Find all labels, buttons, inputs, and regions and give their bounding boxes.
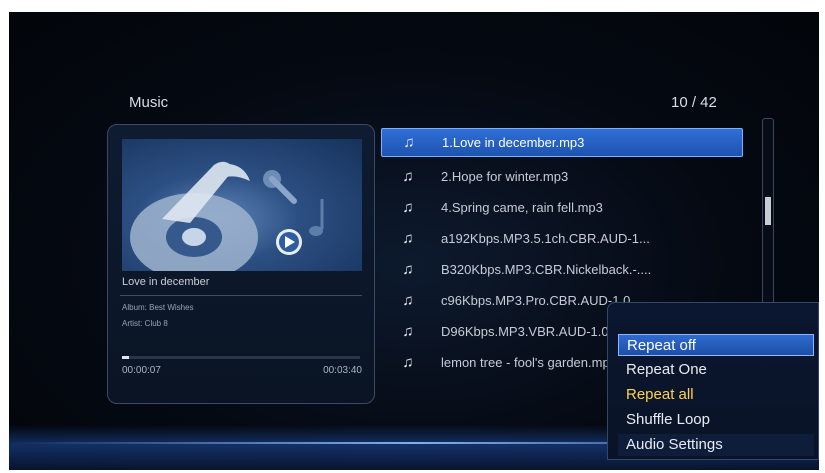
music-note-icon: ♫ — [402, 199, 414, 216]
album-label: Album: Best Wishes — [122, 303, 194, 312]
playlist-item-label: c96Kbps.MP3.Pro.CBR.AUD-1.0 — [441, 293, 631, 308]
menu-item-shuffle-loop[interactable]: Shuffle Loop — [618, 409, 814, 431]
playlist-item-label: 2.Hope for winter.mp3 — [441, 169, 569, 184]
playlist-item-label: B320Kbps.MP3.CBR.Nickelback.-.... — [441, 262, 652, 277]
playlist-item[interactable]: ♫ 1.Love in december.mp3 — [381, 128, 743, 157]
menu-item-audio-settings[interactable]: Audio Settings — [618, 434, 814, 456]
music-note-icon: ♫ — [402, 354, 414, 371]
now-playing-panel: Love in december Album: Best Wishes Arti… — [107, 124, 375, 404]
menu-item-repeat-all[interactable]: Repeat all — [618, 384, 814, 406]
playlist-item[interactable]: ♫ a192Kbps.MP3.5.1ch.CBR.AUD-1... — [381, 223, 743, 254]
music-note-icon: ♫ — [402, 292, 414, 309]
divider — [120, 295, 362, 296]
progress-fill — [122, 356, 130, 359]
album-art-icon — [122, 139, 362, 271]
song-title: Love in december — [122, 276, 210, 288]
playlist-item-label: lemon tree - fool's garden.mp3 — [441, 355, 617, 370]
playlist-item[interactable]: ♫ 2.Hope for winter.mp3 — [381, 161, 743, 192]
playlist-item[interactable]: ♫ B320Kbps.MP3.CBR.Nickelback.-.... — [381, 254, 743, 285]
menu-item-repeat-off[interactable]: Repeat off — [618, 334, 814, 356]
total-time: 00:03:40 — [323, 365, 362, 376]
music-note-icon: ♫ — [402, 230, 414, 247]
artist-label: Artist: Club 8 — [122, 319, 168, 328]
playlist-item[interactable]: ♫ 4.Spring came, rain fell.mp3 — [381, 192, 743, 223]
music-note-icon: ♫ — [402, 261, 414, 278]
track-counter: 10 / 42 — [671, 94, 717, 111]
music-disc-icon — [130, 161, 324, 271]
music-note-icon: ♫ — [402, 323, 414, 340]
menu-item-repeat-one[interactable]: Repeat One — [618, 359, 814, 381]
playlist-item-label: 1.Love in december.mp3 — [442, 135, 585, 150]
playlist-item-label: a192Kbps.MP3.5.1ch.CBR.AUD-1... — [441, 231, 650, 246]
elapsed-time: 00:00:07 — [122, 365, 161, 376]
playlist-item-label: D96Kbps.MP3.VBR.AUD-1.0 — [441, 324, 609, 339]
media-player-screen: Music 10 / 42 Love in december Album: Be… — [9, 12, 819, 470]
page-title: Music — [129, 94, 169, 111]
music-note-icon: ♫ — [402, 168, 414, 185]
music-note-icon: ♫ — [403, 134, 415, 151]
playlist-item-label: 4.Spring came, rain fell.mp3 — [441, 200, 603, 215]
progress-bar — [122, 356, 360, 359]
scrollbar-thumb[interactable] — [765, 197, 771, 225]
options-popup-menu: Repeat off Repeat One Repeat all Shuffle Lo… — [607, 302, 819, 460]
